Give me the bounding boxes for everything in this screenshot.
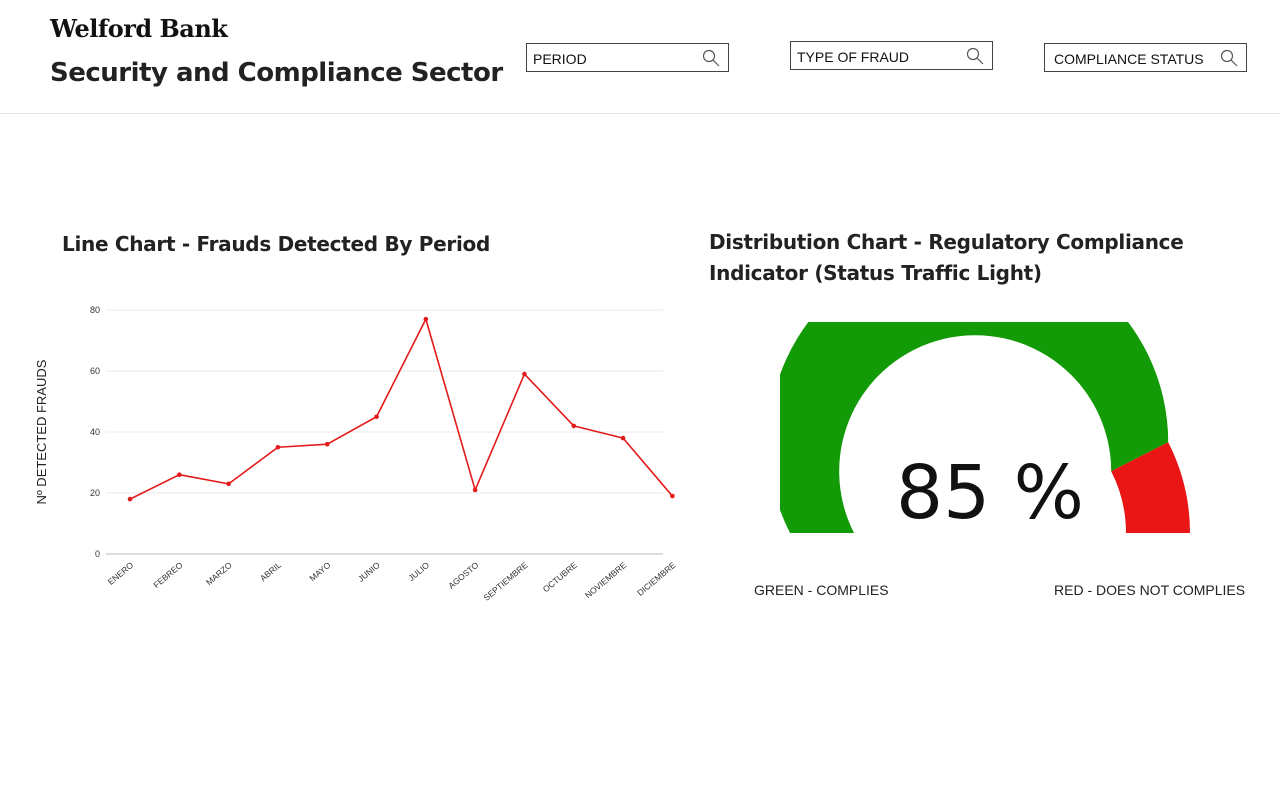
page-title: Security and Compliance Sector bbox=[50, 58, 503, 88]
header: Welford Bank Security and Compliance Sec… bbox=[0, 0, 1280, 114]
compliance-status-filter[interactable]: COMPLIANCE STATUS bbox=[1044, 43, 1247, 72]
data-point bbox=[423, 316, 429, 322]
period-filter-label: PERIOD bbox=[533, 51, 587, 67]
data-point bbox=[522, 371, 527, 377]
data-point bbox=[324, 441, 330, 447]
search-icon[interactable] bbox=[1220, 49, 1238, 67]
search-icon[interactable] bbox=[702, 49, 720, 67]
data-point bbox=[670, 493, 675, 499]
x-tick-label: DICIEMBRE bbox=[635, 560, 678, 598]
data-point bbox=[374, 414, 379, 420]
data-point bbox=[472, 487, 478, 493]
compliance-status-filter-label: COMPLIANCE STATUS bbox=[1054, 51, 1204, 67]
y-tick-label: 40 bbox=[90, 427, 100, 437]
x-tick-label: OCTUBRE bbox=[541, 560, 580, 595]
x-tick-label: AGOSTO bbox=[446, 560, 480, 591]
x-tick-label: JULIO bbox=[406, 560, 431, 583]
x-tick-label: NOVIEMBRE bbox=[583, 560, 629, 601]
data-point bbox=[127, 496, 133, 502]
x-tick-label: SEPTIEMBRE bbox=[481, 560, 530, 603]
data-point bbox=[571, 423, 577, 429]
y-tick-label: 0 bbox=[95, 549, 100, 559]
brand-logo: Welford Bank bbox=[50, 14, 228, 43]
data-point bbox=[226, 481, 231, 487]
search-icon[interactable] bbox=[966, 47, 984, 65]
y-tick-label: 60 bbox=[90, 366, 100, 376]
x-tick-label: MAYO bbox=[307, 560, 332, 584]
y-tick-label: 80 bbox=[90, 305, 100, 315]
y-axis-label: Nº DETECTED FRAUDS bbox=[34, 359, 49, 504]
x-tick-label: JUNIO bbox=[356, 560, 382, 584]
data-point bbox=[177, 472, 182, 477]
data-point bbox=[620, 435, 626, 441]
distribution-chart-title: Distribution Chart - Regulatory Complian… bbox=[709, 230, 1184, 285]
x-tick-label: FEBREO bbox=[151, 560, 184, 590]
x-tick-label: ENERO bbox=[106, 560, 136, 587]
frauds-line-chart: 0 20 40 60 80 Nº DETECTED FRAUDS ENERO FEBREO MA… bbox=[34, 305, 678, 603]
legend-green-complies: GREEN - COMPLIES bbox=[754, 582, 889, 598]
y-tick-label: 20 bbox=[90, 488, 100, 498]
data-point bbox=[275, 444, 281, 450]
line-chart-title: Line Chart - Frauds Detected By Period bbox=[62, 232, 490, 256]
fraud-type-filter[interactable]: TYPE OF FRAUD bbox=[790, 41, 993, 70]
gauge-value-label: 85 % bbox=[896, 450, 1084, 536]
x-tick-label: MARZO bbox=[204, 560, 234, 588]
series-line bbox=[129, 318, 673, 500]
x-tick-label: ABRIL bbox=[258, 560, 283, 584]
period-filter[interactable]: PERIOD bbox=[526, 43, 729, 72]
fraud-type-filter-label: TYPE OF FRAUD bbox=[797, 49, 910, 65]
legend-red-does-not-comply: RED - DOES NOT COMPLIES bbox=[1054, 582, 1246, 598]
compliance-gauge-chart: 85 % bbox=[780, 322, 1190, 536]
